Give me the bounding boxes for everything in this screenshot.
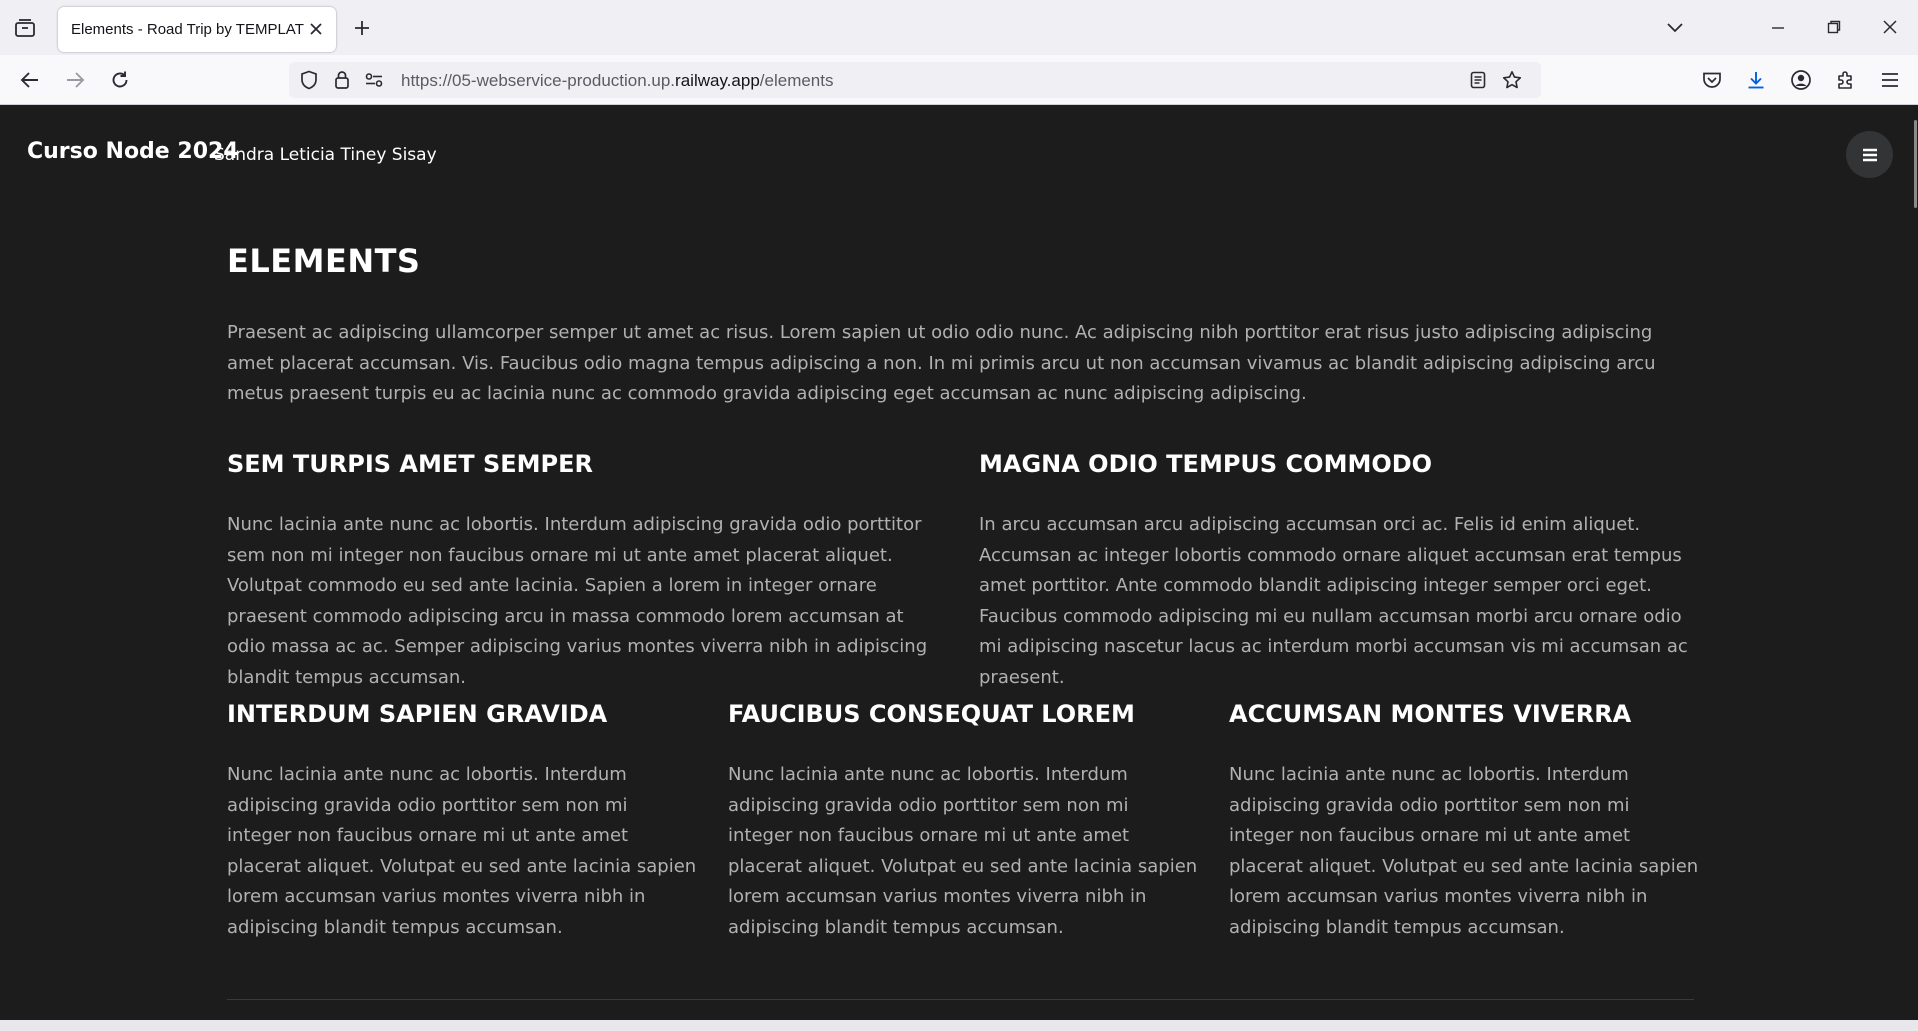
extensions-icon bbox=[1838, 71, 1852, 89]
active-tab[interactable]: Elements - Road Trip by TEMPLATE bbox=[58, 7, 336, 52]
permissions-icon bbox=[365, 73, 383, 87]
url-bar[interactable]: https://05-webservice-production.up.rail… bbox=[289, 62, 1541, 98]
back-icon bbox=[20, 72, 38, 88]
close-icon bbox=[310, 23, 322, 35]
section-heading: SEM TURPIS AMET SEMPER bbox=[227, 450, 594, 478]
star-icon bbox=[1502, 71, 1522, 89]
page-title: ELEMENTS bbox=[227, 242, 421, 280]
forward-button[interactable] bbox=[60, 65, 90, 95]
section-text: Nunc lacinia ante nunc ac lobortis. Inte… bbox=[227, 764, 697, 938]
reader-view-button[interactable] bbox=[1465, 68, 1491, 92]
minimize-icon bbox=[1772, 27, 1784, 29]
section-heading: INTERDUM SAPIEN GRAVIDA bbox=[227, 700, 608, 728]
site-brand[interactable]: Curso Node 2024 bbox=[27, 139, 239, 164]
tab-bar: Elements - Road Trip by TEMPLATE bbox=[0, 0, 1918, 55]
section-text: Nunc lacinia ante nunc ac lobortis. Inte… bbox=[728, 764, 1198, 938]
tab-close-button[interactable] bbox=[306, 19, 326, 39]
tracking-protection-button[interactable] bbox=[296, 68, 322, 92]
section-sem-turpis: SEM TURPIS AMET SEMPER Nunc lacinia ante… bbox=[227, 450, 947, 693]
chevron-down-icon bbox=[1667, 23, 1683, 33]
window-close-button[interactable] bbox=[1872, 12, 1908, 42]
shield-icon bbox=[301, 70, 317, 90]
back-button[interactable] bbox=[15, 65, 45, 95]
section-accumsan-montes: ACCUMSAN MONTES VIVERRA Nunc lacinia ant… bbox=[1229, 700, 1699, 943]
taskbar-edge bbox=[0, 1020, 1918, 1031]
downloads-button[interactable] bbox=[1741, 65, 1771, 95]
menu-toggle-button[interactable] bbox=[1846, 131, 1893, 178]
url-prefix: https://05-webservice-production.up. bbox=[401, 71, 676, 90]
permissions-button[interactable] bbox=[361, 68, 387, 92]
section-faucibus-consequat: FAUCIBUS CONSEQUAT LOREM Nunc lacinia an… bbox=[728, 700, 1198, 943]
site-author: Sandra Leticia Tiney Sisay bbox=[214, 145, 437, 165]
plus-icon bbox=[355, 21, 369, 35]
tab-list-icon bbox=[15, 19, 35, 37]
section-heading: FAUCIBUS CONSEQUAT LOREM bbox=[728, 700, 1135, 728]
pocket-icon bbox=[1703, 72, 1721, 88]
section-magna-odio: MAGNA ODIO TEMPUS COMMODO In arcu accums… bbox=[979, 450, 1699, 693]
download-icon bbox=[1748, 72, 1764, 89]
new-tab-button[interactable] bbox=[347, 13, 377, 43]
restore-button[interactable] bbox=[1816, 12, 1852, 42]
web-page: Curso Node 2024 Sandra Leticia Tiney Sis… bbox=[0, 106, 1918, 1020]
url-path: /elements bbox=[759, 71, 834, 90]
bookmark-button[interactable] bbox=[1499, 67, 1525, 93]
url-domain: railway.app bbox=[675, 71, 760, 90]
reload-button[interactable] bbox=[105, 65, 135, 95]
forward-icon bbox=[67, 72, 85, 88]
url-text[interactable]: https://05-webservice-production.up.rail… bbox=[401, 71, 833, 91]
extensions-button[interactable] bbox=[1831, 65, 1861, 95]
reload-icon bbox=[112, 71, 128, 88]
close-icon bbox=[1883, 20, 1897, 34]
section-heading: MAGNA ODIO TEMPUS COMMODO bbox=[979, 450, 1433, 478]
section-text: Nunc lacinia ante nunc ac lobortis. Inte… bbox=[227, 514, 928, 688]
hamburger-icon bbox=[1862, 148, 1877, 161]
section-divider bbox=[227, 999, 1694, 1000]
tab-title: Elements - Road Trip by TEMPLATE bbox=[71, 21, 305, 38]
list-all-tabs-button[interactable] bbox=[1660, 12, 1690, 42]
site-security-button[interactable] bbox=[330, 68, 354, 92]
lock-icon bbox=[335, 71, 349, 89]
app-menu-button[interactable] bbox=[1875, 65, 1905, 95]
section-text: Nunc lacinia ante nunc ac lobortis. Inte… bbox=[1229, 764, 1699, 938]
section-text: In arcu accumsan arcu adipiscing accumsa… bbox=[979, 514, 1688, 688]
reader-view-icon bbox=[1470, 71, 1486, 89]
app-menu-icon bbox=[1882, 73, 1898, 87]
section-interdum-sapien: INTERDUM SAPIEN GRAVIDA Nunc lacinia ant… bbox=[227, 700, 697, 943]
tab-list-button[interactable] bbox=[10, 14, 40, 42]
navigation-bar: https://05-webservice-production.up.rail… bbox=[0, 55, 1918, 105]
page-scrollbar[interactable] bbox=[1914, 120, 1917, 208]
section-heading: ACCUMSAN MONTES VIVERRA bbox=[1229, 700, 1632, 728]
restore-icon bbox=[1827, 20, 1841, 34]
intro-paragraph: Praesent ac adipiscing ullamcorper sempe… bbox=[227, 322, 1656, 404]
pocket-button[interactable] bbox=[1697, 65, 1727, 95]
account-icon bbox=[1791, 70, 1811, 90]
account-button[interactable] bbox=[1786, 65, 1816, 95]
minimize-button[interactable] bbox=[1760, 12, 1796, 42]
